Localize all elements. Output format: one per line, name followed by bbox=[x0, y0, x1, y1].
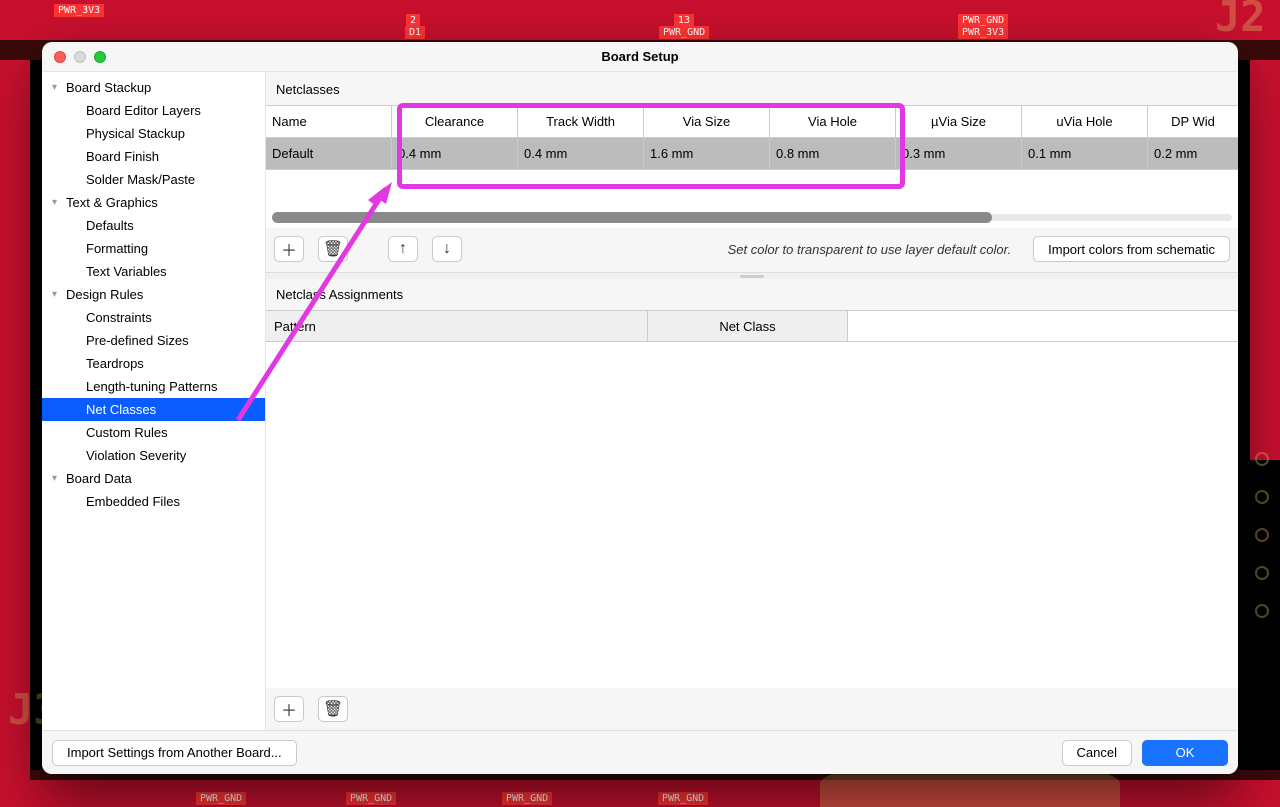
chevron-down-icon: ▾ bbox=[52, 76, 62, 99]
chevron-down-icon: ▾ bbox=[52, 191, 62, 214]
tree-item-text-variables[interactable]: Text Variables bbox=[42, 260, 265, 283]
cell-clearance[interactable]: 0.4 mm bbox=[392, 138, 517, 169]
netclasses-toolbar: ＋ 🗑 ↑ ↓ Set color to transparent to use … bbox=[266, 228, 1238, 273]
col-track-width[interactable]: Track Width bbox=[518, 106, 643, 138]
cell-name[interactable]: Default bbox=[266, 138, 391, 169]
assignments-body[interactable] bbox=[266, 342, 1238, 688]
chevron-down-icon: ▾ bbox=[52, 467, 62, 490]
delete-netclass-button[interactable]: 🗑 bbox=[318, 236, 348, 262]
move-up-button[interactable]: ↑ bbox=[388, 236, 418, 262]
tree-item-length-tuning-patterns[interactable]: Length-tuning Patterns bbox=[42, 375, 265, 398]
assignments-toolbar: ＋ 🗑 bbox=[266, 688, 1238, 730]
cell-via-size[interactable]: 1.6 mm bbox=[644, 138, 769, 169]
board-setup-dialog: Board Setup ▾Board Stackup Board Editor … bbox=[42, 42, 1238, 774]
section-board-data[interactable]: ▾Board Data bbox=[42, 467, 265, 490]
arrow-down-icon: ↓ bbox=[443, 240, 451, 258]
tree-item-net-classes[interactable]: Net Classes bbox=[42, 398, 265, 421]
tree-item-custom-rules[interactable]: Custom Rules bbox=[42, 421, 265, 444]
add-netclass-button[interactable]: ＋ bbox=[274, 236, 304, 262]
assignments-title: Netclass Assignments bbox=[266, 279, 1238, 310]
cell-uvia-hole[interactable]: 0.1 mm bbox=[1022, 138, 1147, 169]
col-name[interactable]: Name bbox=[266, 106, 391, 138]
content-pane: Netclasses Name Default Clearance 0.4 mm bbox=[266, 72, 1238, 730]
trash-icon: 🗑 bbox=[323, 239, 343, 259]
assignments-table[interactable]: Pattern Net Class bbox=[266, 310, 1238, 342]
delete-assignment-button[interactable]: 🗑 bbox=[318, 696, 348, 722]
tree-item-constraints[interactable]: Constraints bbox=[42, 306, 265, 329]
import-settings-button[interactable]: Import Settings from Another Board... bbox=[52, 740, 297, 766]
section-label: Board Data bbox=[66, 467, 132, 490]
tree-item-board-finish[interactable]: Board Finish bbox=[42, 145, 265, 168]
chevron-down-icon: ▾ bbox=[52, 283, 62, 306]
import-colors-button[interactable]: Import colors from schematic bbox=[1033, 236, 1230, 262]
col-via-size[interactable]: Via Size bbox=[644, 106, 769, 138]
section-board-stackup[interactable]: ▾Board Stackup bbox=[42, 76, 265, 99]
tree-item-violation-severity[interactable]: Violation Severity bbox=[42, 444, 265, 467]
col-via-hole[interactable]: Via Hole bbox=[770, 106, 895, 138]
add-assignment-button[interactable]: ＋ bbox=[274, 696, 304, 722]
col-uvia-size[interactable]: µVia Size bbox=[896, 106, 1021, 138]
tree-item-physical-stackup[interactable]: Physical Stackup bbox=[42, 122, 265, 145]
dialog-footer: Import Settings from Another Board... Ca… bbox=[42, 730, 1238, 774]
col-pattern[interactable]: Pattern bbox=[266, 311, 647, 341]
col-clearance[interactable]: Clearance bbox=[392, 106, 517, 138]
section-design-rules[interactable]: ▾Design Rules bbox=[42, 283, 265, 306]
cell-uvia-size[interactable]: 0.3 mm bbox=[896, 138, 1021, 169]
netclasses-title: Netclasses bbox=[266, 72, 1238, 105]
netclasses-hscrollbar[interactable] bbox=[272, 208, 1232, 228]
col-dp-width[interactable]: DP Wid bbox=[1148, 106, 1238, 138]
tree-item-embedded-files[interactable]: Embedded Files bbox=[42, 490, 265, 513]
ok-button[interactable]: OK bbox=[1142, 740, 1228, 766]
cell-track-width[interactable]: 0.4 mm bbox=[518, 138, 643, 169]
titlebar: Board Setup bbox=[42, 42, 1238, 72]
settings-tree[interactable]: ▾Board Stackup Board Editor Layers Physi… bbox=[42, 72, 266, 730]
cell-dp-width[interactable]: 0.2 mm bbox=[1148, 138, 1238, 169]
trash-icon: 🗑 bbox=[323, 699, 343, 719]
tree-item-formatting[interactable]: Formatting bbox=[42, 237, 265, 260]
section-label: Design Rules bbox=[66, 283, 143, 306]
window-title: Board Setup bbox=[42, 49, 1238, 64]
tree-item-predefined-sizes[interactable]: Pre-defined Sizes bbox=[42, 329, 265, 352]
helper-text: Set color to transparent to use layer de… bbox=[728, 242, 1020, 257]
tree-item-teardrops[interactable]: Teardrops bbox=[42, 352, 265, 375]
section-label: Text & Graphics bbox=[66, 191, 158, 214]
move-down-button[interactable]: ↓ bbox=[432, 236, 462, 262]
tree-item-solder-mask-paste[interactable]: Solder Mask/Paste bbox=[42, 168, 265, 191]
section-text-graphics[interactable]: ▾Text & Graphics bbox=[42, 191, 265, 214]
plus-icon: ＋ bbox=[281, 237, 297, 261]
section-label: Board Stackup bbox=[66, 76, 151, 99]
plus-icon: ＋ bbox=[281, 697, 297, 721]
cell-via-hole[interactable]: 0.8 mm bbox=[770, 138, 895, 169]
netclasses-table[interactable]: Name Default Clearance 0.4 mm Track Widt… bbox=[266, 106, 1238, 228]
col-net-class[interactable]: Net Class bbox=[648, 311, 847, 341]
cancel-button[interactable]: Cancel bbox=[1062, 740, 1132, 766]
tree-item-defaults[interactable]: Defaults bbox=[42, 214, 265, 237]
arrow-up-icon: ↑ bbox=[399, 240, 407, 258]
col-uvia-hole[interactable]: uVia Hole bbox=[1022, 106, 1147, 138]
tree-item-board-editor-layers[interactable]: Board Editor Layers bbox=[42, 99, 265, 122]
